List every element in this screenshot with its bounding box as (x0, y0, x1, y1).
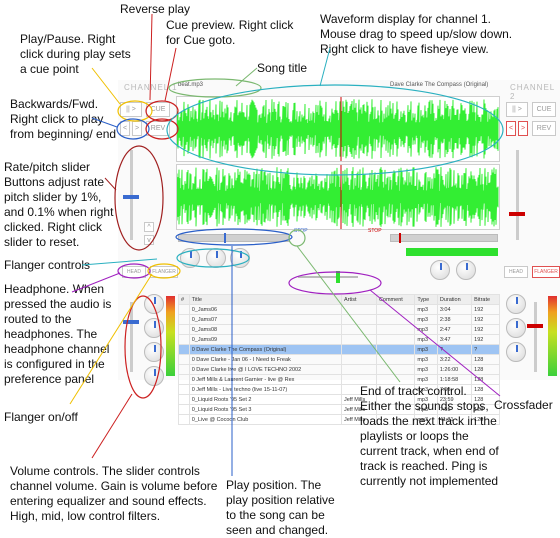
callout-ellipse-rate (114, 145, 164, 251)
callout-ellipse-flanger-knobs (176, 248, 250, 268)
callout-ellipse-position (175, 228, 293, 246)
callout-overlay (69, 13, 504, 476)
callout-ellipse-crossfader (288, 271, 382, 295)
callout-ellipse-head (117, 263, 151, 279)
callout-ellipse-volume (124, 295, 162, 399)
callout-ellipse-reverse (145, 118, 179, 140)
callout-ellipse-title (168, 78, 262, 98)
callout-ellipse-flanger (147, 263, 181, 279)
callout-ellipse-play (117, 100, 153, 122)
callout-ellipse-waveform (166, 84, 504, 176)
callout-ellipse-backfwd (116, 118, 150, 140)
